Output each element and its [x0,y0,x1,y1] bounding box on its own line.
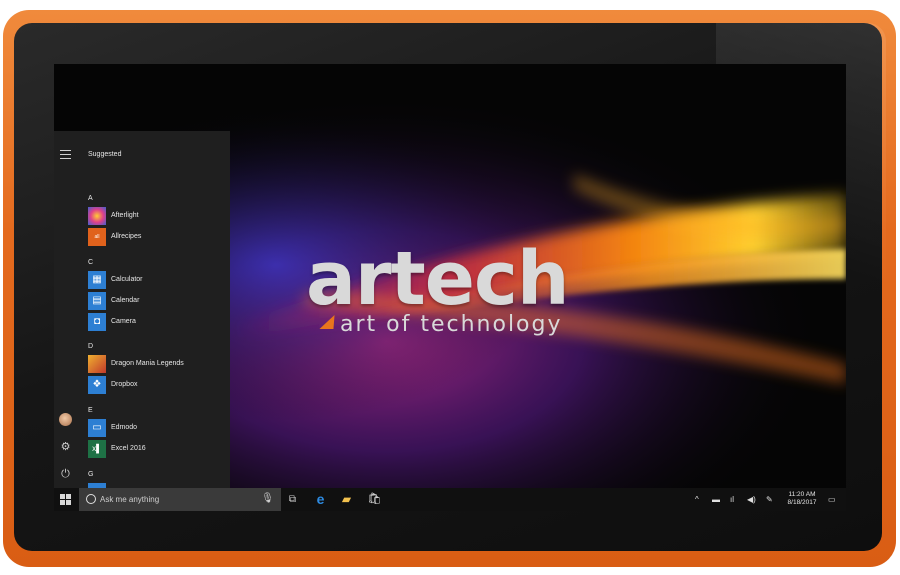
app-item-allrecipes[interactable]: all Allrecipes [88,228,228,246]
app-item-edmodo[interactable]: ▭ Edmodo [88,419,228,437]
user-avatar[interactable] [59,413,72,426]
afterlight-icon [88,207,106,225]
app-label: Allrecipes [111,233,142,240]
app-label: Excel 2016 [111,445,146,452]
app-label: Afterlight [111,212,139,219]
windows-start-icon[interactable] [60,494,71,505]
section-letter-c[interactable]: C [88,259,93,266]
start-menu: ⚙ ⏻ Suggested A Afterlight all Allrecipe… [54,131,230,488]
app-item-afterlight[interactable]: Afterlight [88,207,228,225]
cortana-circle-icon [86,494,96,504]
taskbar: 🎙 ⧉ e ▰ 🛍 ^ ▬ ıl ◀) ✎ 11:20 AM 8/18/2017… [54,488,846,511]
app-item-dropbox[interactable]: ❖ Dropbox [88,376,228,394]
calculator-icon: ▦ [88,271,106,289]
store-bag-icon[interactable]: 🛍 [367,492,382,507]
dragon-mania-legends-icon [88,355,106,373]
wallpaper-logo: artech [306,236,570,322]
app-label: Calculator [111,276,143,283]
app-item-calculator[interactable]: ▦ Calculator [88,271,228,289]
section-letter-d[interactable]: D [88,343,93,350]
excel-icon: x▌ [88,440,106,458]
section-letter-e[interactable]: E [88,407,93,414]
app-item-excel-2016[interactable]: x▌ Excel 2016 [88,440,228,458]
section-letter-a[interactable]: A [88,195,93,202]
app-label: Calendar [111,297,140,304]
screen: artech art of technology ⚙ ⏻ Suggested A… [54,64,846,511]
app-item-camera[interactable]: ◘ Camera [88,313,228,331]
network-icon[interactable]: ıl [730,494,734,505]
allrecipes-icon: all [88,228,106,246]
start-menu-rail: ⚙ ⏻ [54,131,78,488]
file-explorer-icon[interactable]: ▰ [339,492,354,507]
clock-date: 8/18/2017 [787,499,817,506]
calendar-icon: ▤ [88,292,106,310]
action-center-icon[interactable]: ▭ [828,494,836,505]
app-label: Dropbox [111,381,138,388]
app-item-calendar[interactable]: ▤ Calendar [88,292,228,310]
microphone-icon[interactable]: 🎙 [261,493,274,504]
wallpaper-tagline: art of technology [340,312,563,337]
hamburger-menu-icon[interactable] [60,150,71,159]
search-input[interactable] [100,488,250,511]
suggested-header: Suggested [88,151,122,158]
section-letter-g[interactable]: G [88,471,93,478]
app-item-dragon-mania-legends[interactable]: Dragon Mania Legends [88,355,228,373]
app-label: Dragon Mania Legends [111,360,184,367]
cortana-search-box[interactable]: 🎙 [79,488,281,511]
taskbar-clock[interactable]: 11:20 AM 8/18/2017 [782,491,822,507]
app-label: Camera [111,318,136,325]
task-view-icon[interactable]: ⧉ [285,492,300,507]
pen-icon[interactable]: ✎ [766,494,773,505]
settings-gear-icon[interactable]: ⚙ [59,441,72,454]
battery-icon[interactable]: ▬ [712,494,720,505]
app-label: Edmodo [111,424,138,431]
clock-time: 11:20 AM [788,491,816,498]
dropbox-icon: ❖ [88,376,106,394]
edmodo-icon: ▭ [88,419,106,437]
edge-browser-icon[interactable]: e [313,492,328,507]
power-icon[interactable]: ⏻ [59,468,72,481]
camera-icon: ◘ [88,313,106,331]
show-hidden-icons-chevron-icon[interactable]: ^ [695,494,699,505]
volume-icon[interactable]: ◀) [747,494,756,505]
